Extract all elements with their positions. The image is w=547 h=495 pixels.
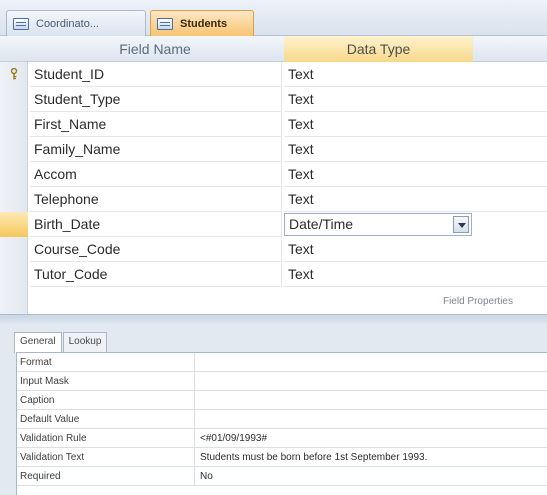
field-row[interactable]: Family_Name Text (0, 137, 547, 162)
validation-rule-value[interactable]: <#01/09/1993# (200, 429, 545, 448)
data-type-cell[interactable]: Text (284, 262, 547, 287)
property-row[interactable]: Default Value (17, 410, 547, 429)
property-row[interactable]: Validation Rule <#01/09/1993# (17, 429, 547, 448)
data-type-cell[interactable]: Text (284, 112, 547, 137)
data-type-dropdown[interactable]: Date/Time (284, 213, 472, 236)
data-type-cell[interactable]: Text (284, 237, 547, 262)
row-selector[interactable] (0, 112, 28, 137)
field-name-cell[interactable]: Tutor_Code (30, 262, 282, 287)
property-row[interactable]: Input Mask (17, 372, 547, 391)
tab-coordinators[interactable]: Coordinato... (6, 10, 146, 36)
data-type-cell[interactable]: Text (284, 62, 547, 87)
tab-label: Coordinato... (36, 17, 99, 30)
field-row[interactable]: Telephone Text (0, 187, 547, 212)
properties-table: Format Input Mask Caption Default Value … (16, 352, 547, 495)
property-label: Caption (20, 391, 195, 410)
row-selector[interactable] (0, 162, 28, 187)
column-header-data-type[interactable]: Data Type (284, 36, 473, 62)
row-selector-current[interactable] (0, 212, 28, 237)
grid-header: Field Name Data Type (0, 36, 547, 62)
property-value[interactable] (200, 410, 545, 429)
property-value[interactable] (200, 391, 545, 410)
tab-general[interactable]: General (14, 332, 62, 353)
field-row-selected[interactable]: Birth_Date Date/Time (0, 212, 547, 237)
field-name-cell[interactable]: Family_Name (30, 137, 282, 162)
field-properties-pane: General Lookup Format Input Mask Caption… (0, 324, 547, 495)
field-name-cell[interactable]: First_Name (30, 112, 282, 137)
row-selector[interactable] (0, 137, 28, 162)
table-icon (13, 17, 29, 30)
field-row[interactable]: Student_ID Text (0, 62, 547, 87)
required-value[interactable]: No (200, 467, 545, 486)
field-name-cell[interactable]: Student_ID (30, 62, 282, 87)
field-name-cell[interactable]: Birth_Date (30, 212, 282, 237)
row-selector[interactable] (0, 187, 28, 212)
tab-students[interactable]: Students (150, 10, 254, 37)
field-properties-label: Field Properties (442, 296, 513, 307)
data-type-value: Date/Time (289, 216, 354, 232)
tab-label: Students (180, 18, 228, 30)
data-type-cell[interactable]: Text (284, 137, 547, 162)
data-type-cell[interactable]: Text (284, 162, 547, 187)
properties-tabs: General Lookup (14, 332, 108, 353)
field-row[interactable]: Accom Text (0, 162, 547, 187)
field-name-cell[interactable]: Accom (30, 162, 282, 187)
chevron-down-icon[interactable] (453, 216, 469, 233)
property-label: Required (20, 467, 195, 486)
property-label: Input Mask (20, 372, 195, 391)
row-selector[interactable] (0, 62, 28, 87)
row-selector[interactable] (0, 87, 28, 112)
table-design-grid: Field Name Data Type Student_ID Text Stu… (0, 36, 547, 314)
row-selector[interactable] (0, 237, 28, 262)
property-row[interactable]: Caption (17, 391, 547, 410)
field-row[interactable]: Course_Code Text (0, 237, 547, 262)
field-row[interactable]: Tutor_Code Text (0, 262, 547, 287)
field-row[interactable]: First_Name Text (0, 112, 547, 137)
property-label: Validation Rule (20, 429, 195, 448)
field-row[interactable]: Student_Type Text (0, 87, 547, 112)
field-name-cell[interactable]: Course_Code (30, 237, 282, 262)
tab-lookup[interactable]: Lookup (62, 332, 108, 352)
property-label: Default Value (20, 410, 195, 429)
validation-text-value[interactable]: Students must be born before 1st Septemb… (200, 448, 545, 467)
table-icon (157, 18, 173, 30)
data-type-cell[interactable]: Text (284, 87, 547, 112)
property-value[interactable] (200, 353, 545, 372)
document-tab-strip: Coordinato... Students (0, 0, 547, 37)
property-row[interactable]: Validation Text Students must be born be… (17, 448, 547, 467)
row-selector[interactable] (0, 262, 28, 287)
column-header-field-name[interactable]: Field Name (28, 36, 282, 62)
property-row[interactable]: Format (17, 353, 547, 372)
property-value[interactable] (200, 372, 545, 391)
property-row[interactable]: Required No (17, 467, 547, 486)
key-icon (10, 68, 18, 80)
field-name-cell[interactable]: Telephone (30, 187, 282, 212)
field-name-cell[interactable]: Student_Type (30, 87, 282, 112)
property-label: Format (20, 353, 195, 372)
data-type-cell[interactable]: Text (284, 187, 547, 212)
pane-splitter[interactable] (0, 314, 547, 324)
property-label: Validation Text (20, 448, 195, 467)
